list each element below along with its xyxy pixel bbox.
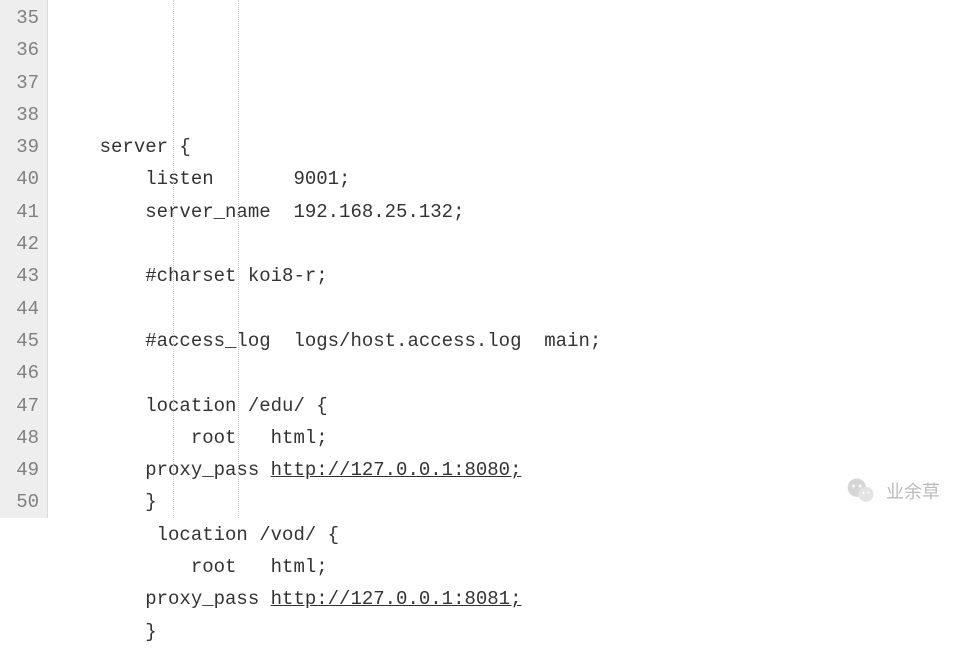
code-line[interactable]: #charset koi8-r; xyxy=(48,260,958,292)
line-number-gutter: 35363738394041424344454647484950 xyxy=(0,0,48,518)
line-number: 38 xyxy=(8,99,39,131)
code-line[interactable]: location /vod/ { xyxy=(48,519,958,551)
code-line[interactable]: } xyxy=(48,486,958,518)
watermark: 业余草 xyxy=(846,476,940,506)
code-line[interactable] xyxy=(48,357,958,389)
line-number: 40 xyxy=(8,163,39,195)
code-line[interactable]: root html; xyxy=(48,422,958,454)
line-number: 37 xyxy=(8,67,39,99)
code-line[interactable]: proxy_pass http://127.0.0.1:8080; xyxy=(48,454,958,486)
url-link[interactable]: http://127.0.0.1:8081; xyxy=(271,588,522,610)
line-number: 48 xyxy=(8,422,39,454)
line-number: 46 xyxy=(8,357,39,389)
code-text: } xyxy=(54,491,157,513)
code-text: server_name 192.168.25.132; xyxy=(54,201,464,223)
code-line[interactable]: } xyxy=(48,616,958,648)
code-text: server { xyxy=(54,136,191,158)
line-number: 45 xyxy=(8,325,39,357)
line-number: 43 xyxy=(8,260,39,292)
code-line[interactable]: server { xyxy=(48,131,958,163)
code-line[interactable] xyxy=(48,293,958,325)
line-number: 50 xyxy=(8,486,39,518)
code-text: } xyxy=(54,621,157,643)
indent-guide xyxy=(238,0,239,518)
line-number: 35 xyxy=(8,2,39,34)
code-text: location /vod/ { xyxy=(54,524,339,546)
code-text: #access_log logs/host.access.log main; xyxy=(54,330,601,352)
code-text: proxy_pass xyxy=(54,588,271,610)
watermark-text: 业余草 xyxy=(886,478,940,504)
code-line[interactable] xyxy=(48,228,958,260)
code-text: root html; xyxy=(54,556,328,578)
indent-guide xyxy=(173,0,174,518)
url-link[interactable]: http://127.0.0.1:8080; xyxy=(271,459,522,481)
code-text: #charset koi8-r; xyxy=(54,265,328,287)
code-editor: 35363738394041424344454647484950 server … xyxy=(0,0,958,518)
code-area[interactable]: server { listen 9001; server_name 192.16… xyxy=(48,0,958,518)
line-number: 39 xyxy=(8,131,39,163)
code-line[interactable]: location /edu/ { xyxy=(48,390,958,422)
code-line[interactable]: #access_log logs/host.access.log main; xyxy=(48,325,958,357)
code-line[interactable]: proxy_pass http://127.0.0.1:8081; xyxy=(48,583,958,615)
code-line[interactable]: listen 9001; xyxy=(48,163,958,195)
line-number: 49 xyxy=(8,454,39,486)
line-number: 41 xyxy=(8,196,39,228)
line-number: 44 xyxy=(8,293,39,325)
wechat-icon xyxy=(846,476,876,506)
code-text: location /edu/ { xyxy=(54,395,328,417)
code-line[interactable]: root html; xyxy=(48,551,958,583)
code-text: root html; xyxy=(54,427,328,449)
line-number: 47 xyxy=(8,390,39,422)
code-text: listen 9001; xyxy=(54,168,350,190)
line-number: 42 xyxy=(8,228,39,260)
code-line[interactable]: server_name 192.168.25.132; xyxy=(48,196,958,228)
line-number: 36 xyxy=(8,34,39,66)
